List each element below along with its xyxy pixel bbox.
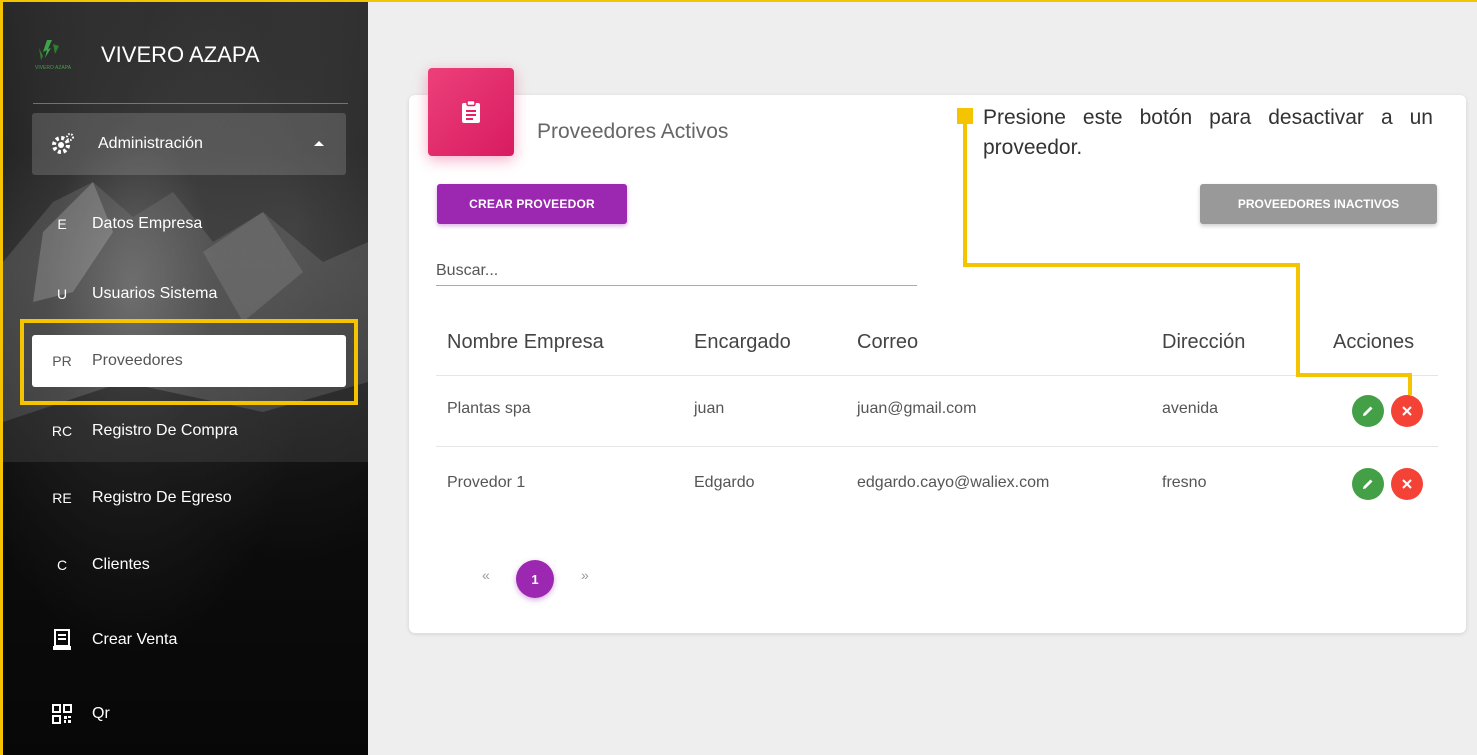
callout-text: Presione este botón para desactivar a un… [983,106,1433,159]
callout-marker [957,108,973,124]
